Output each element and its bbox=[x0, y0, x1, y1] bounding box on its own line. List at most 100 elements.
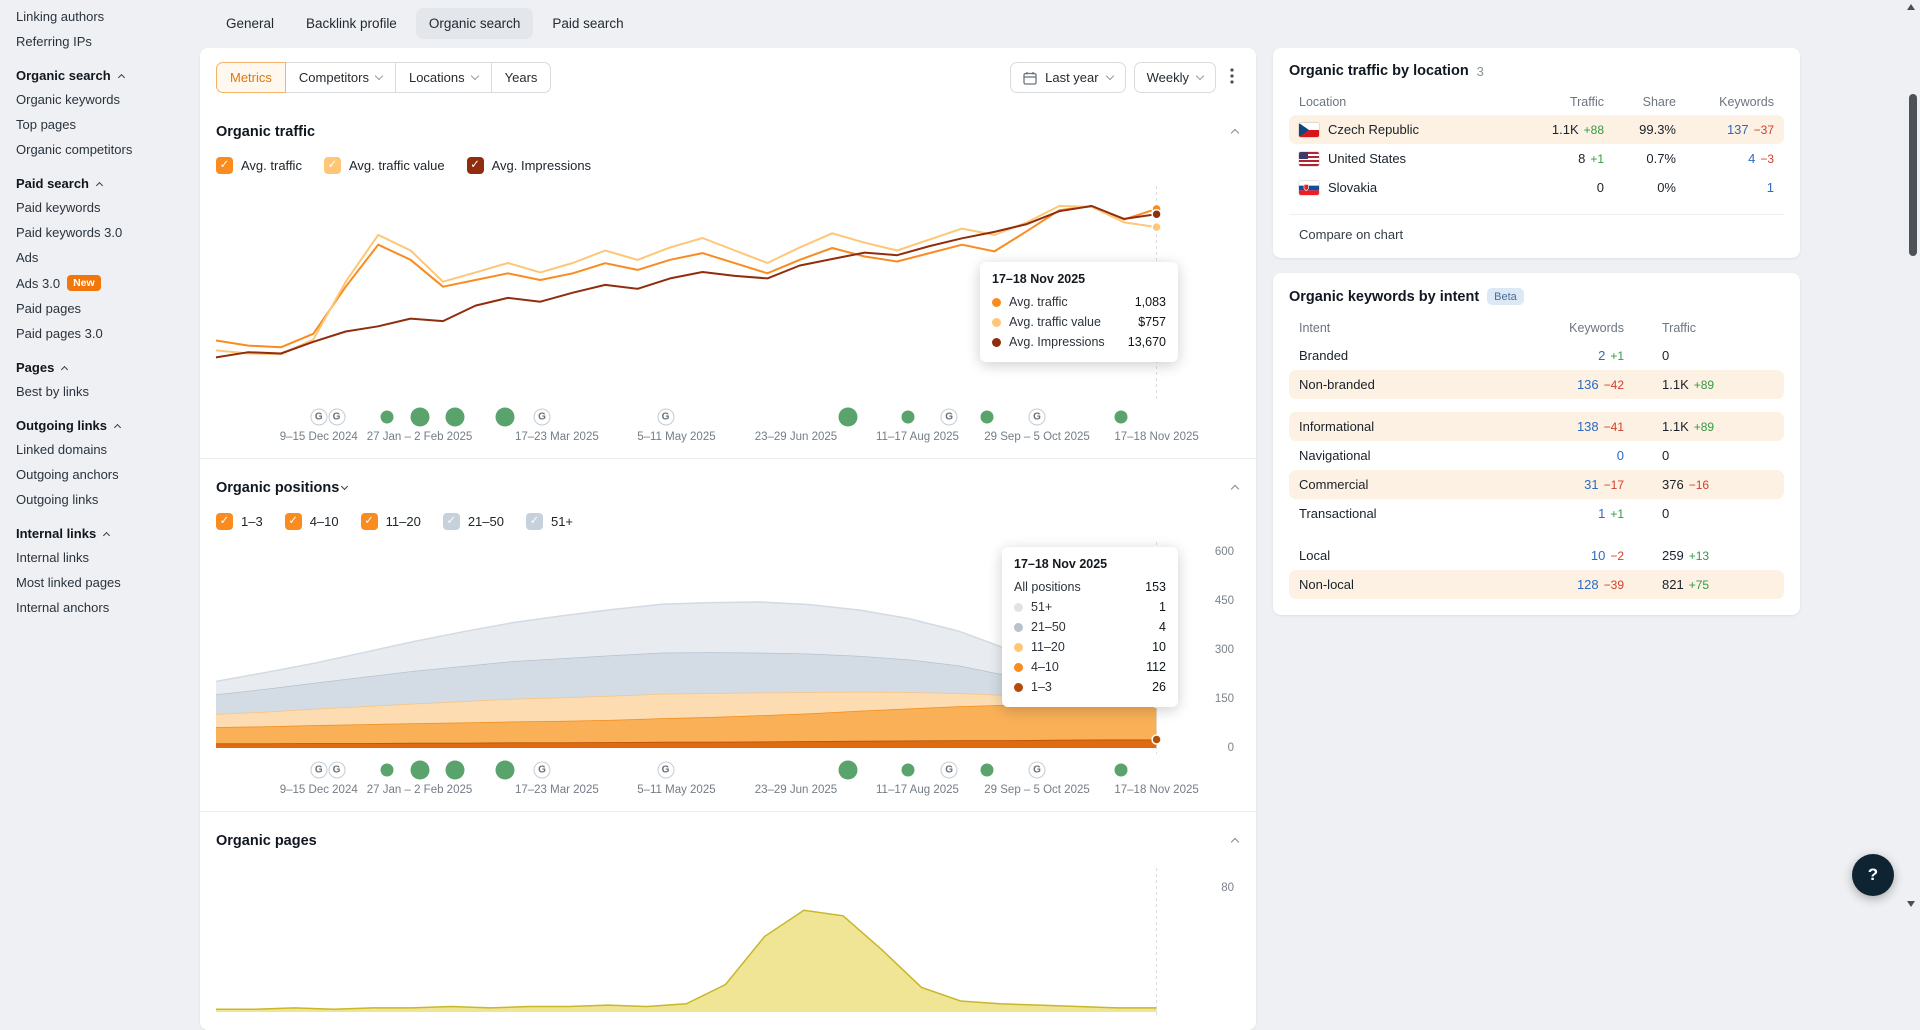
sidebar-item-paid-pages-3-0[interactable]: Paid pages 3.0 bbox=[16, 321, 192, 346]
sidebar-item-linking-authors[interactable]: Linking authors bbox=[16, 4, 192, 29]
legend-toggle-21-50[interactable]: ✓21–50 bbox=[443, 513, 504, 530]
intent-row[interactable]: Navigational00 bbox=[1289, 441, 1784, 470]
keywords-value[interactable]: 2 bbox=[1598, 348, 1605, 363]
sidebar-item-most-linked-pages[interactable]: Most linked pages bbox=[16, 570, 192, 595]
sidebar-item-organic-keywords[interactable]: Organic keywords bbox=[16, 87, 192, 112]
google-update-icon[interactable]: G bbox=[328, 762, 345, 779]
google-update-icon[interactable]: G bbox=[534, 762, 551, 779]
collapse-section-button[interactable] bbox=[1230, 119, 1240, 145]
tab-organic-search[interactable]: Organic search bbox=[416, 8, 534, 39]
keywords-value[interactable]: 1 bbox=[1598, 506, 1605, 521]
intent-row[interactable]: Branded2+10 bbox=[1289, 341, 1784, 370]
keywords-value[interactable]: 1 bbox=[1767, 180, 1774, 195]
update-dot-icon[interactable] bbox=[380, 764, 393, 777]
sidebar-item-ads-3-0[interactable]: Ads 3.0New bbox=[16, 270, 192, 296]
intent-row[interactable]: Commercial31−17376−16 bbox=[1289, 470, 1784, 499]
sidebar-item-top-pages[interactable]: Top pages bbox=[16, 112, 192, 137]
google-update-icon[interactable]: G bbox=[310, 762, 327, 779]
update-dot-icon[interactable] bbox=[839, 761, 858, 780]
sidebar-item-paid-keywords-3-0[interactable]: Paid keywords 3.0 bbox=[16, 220, 192, 245]
scroll-down-arrow[interactable] bbox=[1907, 901, 1915, 907]
legend-toggle-avg-impressions[interactable]: ✓Avg. Impressions bbox=[467, 157, 591, 174]
update-dot-icon[interactable] bbox=[980, 764, 993, 777]
keywords-value[interactable]: 128 bbox=[1577, 577, 1599, 592]
locations-dropdown[interactable]: Locations bbox=[395, 62, 492, 93]
sidebar-item-outgoing-links[interactable]: Outgoing links bbox=[16, 487, 192, 512]
years-button[interactable]: Years bbox=[491, 62, 552, 93]
legend-toggle-11-20[interactable]: ✓11–20 bbox=[361, 513, 421, 530]
intent-row[interactable]: Non-branded136−421.1K+89 bbox=[1289, 370, 1784, 399]
update-dot-icon[interactable] bbox=[496, 761, 515, 780]
legend-toggle-avg-traffic-value[interactable]: ✓Avg. traffic value bbox=[324, 157, 445, 174]
keywords-value[interactable]: 31 bbox=[1584, 477, 1598, 492]
location-row[interactable]: Slovakia00%1 bbox=[1289, 173, 1784, 202]
keywords-value[interactable]: 10 bbox=[1591, 548, 1605, 563]
google-update-icon[interactable]: G bbox=[941, 409, 958, 426]
google-update-icon[interactable]: G bbox=[1029, 762, 1046, 779]
update-dot-icon[interactable] bbox=[839, 408, 858, 427]
legend-toggle-4-10[interactable]: ✓4–10 bbox=[285, 513, 339, 530]
keywords-value[interactable]: 137 bbox=[1727, 122, 1749, 137]
google-update-icon[interactable]: G bbox=[310, 409, 327, 426]
tab-paid-search[interactable]: Paid search bbox=[539, 8, 636, 39]
sidebar-section-pages[interactable]: Pages bbox=[16, 360, 192, 375]
legend-toggle-avg-traffic[interactable]: ✓Avg. traffic bbox=[216, 157, 302, 174]
keywords-value[interactable]: 136 bbox=[1577, 377, 1599, 392]
keywords-value[interactable]: 4 bbox=[1748, 151, 1755, 166]
google-update-icon[interactable]: G bbox=[1029, 409, 1046, 426]
update-dot-icon[interactable] bbox=[901, 764, 914, 777]
sidebar-section-organic-search[interactable]: Organic search bbox=[16, 68, 192, 83]
scrollbar-thumb[interactable] bbox=[1909, 94, 1917, 256]
organic-traffic-chart[interactable]: 17–18 Nov 2025 Avg. traffic1,083Avg. tra… bbox=[216, 186, 1204, 401]
sidebar-section-internal-links[interactable]: Internal links bbox=[16, 526, 192, 541]
sidebar-item-internal-links[interactable]: Internal links bbox=[16, 545, 192, 570]
sidebar-item-ads[interactable]: Ads bbox=[16, 245, 192, 270]
organic-pages-chart[interactable]: 80 bbox=[216, 868, 1204, 1018]
sidebar-item-best-by-links[interactable]: Best by links bbox=[16, 379, 192, 404]
google-update-icon[interactable]: G bbox=[328, 409, 345, 426]
organic-positions-chart[interactable]: 6004503001500 17–18 Nov 2025 All positio… bbox=[216, 542, 1204, 754]
update-dot-icon[interactable] bbox=[901, 411, 914, 424]
google-update-icon[interactable]: G bbox=[657, 762, 674, 779]
google-update-icon[interactable]: G bbox=[941, 762, 958, 779]
competitors-dropdown[interactable]: Competitors bbox=[285, 62, 396, 93]
update-dot-icon[interactable] bbox=[1115, 411, 1128, 424]
sidebar-item-outgoing-anchors[interactable]: Outgoing anchors bbox=[16, 462, 192, 487]
google-update-icon[interactable]: G bbox=[534, 409, 551, 426]
sidebar-item-organic-competitors[interactable]: Organic competitors bbox=[16, 137, 192, 162]
intent-row[interactable]: Non-local128−39821+75 bbox=[1289, 570, 1784, 599]
keywords-value[interactable]: 138 bbox=[1577, 419, 1599, 434]
update-dot-icon[interactable] bbox=[446, 408, 465, 427]
legend-toggle-51[interactable]: ✓51+ bbox=[526, 513, 573, 530]
collapse-section-button[interactable] bbox=[1230, 475, 1240, 501]
tab-general[interactable]: General bbox=[213, 8, 287, 39]
help-button[interactable]: ? bbox=[1852, 854, 1894, 896]
granularity-dropdown[interactable]: Weekly bbox=[1134, 62, 1216, 93]
sidebar-item-paid-pages[interactable]: Paid pages bbox=[16, 296, 192, 321]
date-range-dropdown[interactable]: Last year bbox=[1010, 62, 1125, 93]
keywords-value[interactable]: 0 bbox=[1617, 448, 1624, 463]
intent-row[interactable]: Informational138−411.1K+89 bbox=[1289, 412, 1784, 441]
update-dot-icon[interactable] bbox=[980, 411, 993, 424]
update-dot-icon[interactable] bbox=[446, 761, 465, 780]
intent-row[interactable]: Transactional1+10 bbox=[1289, 499, 1784, 528]
location-row[interactable]: Czech Republic1.1K+8899.3%137−37 bbox=[1289, 115, 1784, 144]
google-update-icon[interactable]: G bbox=[657, 409, 674, 426]
sidebar-section-paid-search[interactable]: Paid search bbox=[16, 176, 192, 191]
update-dot-icon[interactable] bbox=[410, 408, 429, 427]
chevron-down-icon[interactable] bbox=[341, 483, 348, 490]
sidebar-section-outgoing-links[interactable]: Outgoing links bbox=[16, 418, 192, 433]
location-row[interactable]: United States8+10.7%4−3 bbox=[1289, 144, 1784, 173]
sidebar-item-referring-ips[interactable]: Referring IPs bbox=[16, 29, 192, 54]
scroll-up-arrow[interactable] bbox=[1907, 4, 1915, 10]
more-options-button[interactable] bbox=[1224, 64, 1240, 91]
legend-toggle-1-3[interactable]: ✓1–3 bbox=[216, 513, 263, 530]
metrics-button[interactable]: Metrics bbox=[216, 62, 286, 93]
sidebar-item-linked-domains[interactable]: Linked domains bbox=[16, 437, 192, 462]
update-dot-icon[interactable] bbox=[410, 761, 429, 780]
tab-backlink-profile[interactable]: Backlink profile bbox=[293, 8, 410, 39]
compare-on-chart-link[interactable]: Compare on chart bbox=[1289, 214, 1784, 242]
intent-row[interactable]: Local10−2259+13 bbox=[1289, 541, 1784, 570]
collapse-section-button[interactable] bbox=[1230, 828, 1240, 854]
sidebar-item-internal-anchors[interactable]: Internal anchors bbox=[16, 595, 192, 620]
